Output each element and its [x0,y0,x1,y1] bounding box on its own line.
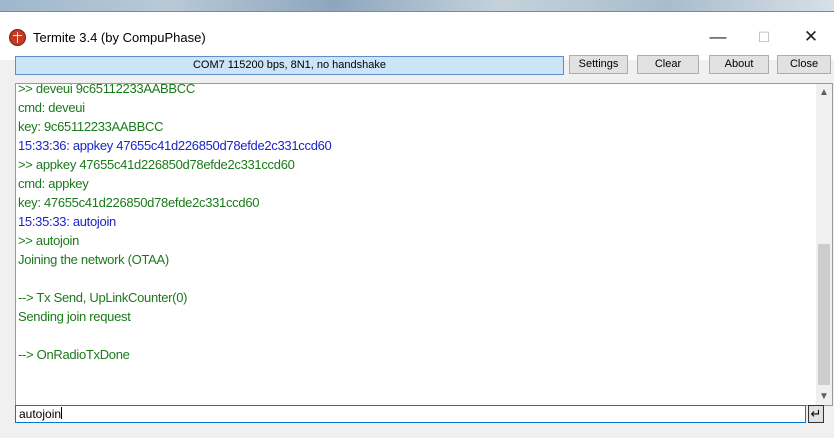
chevron-up-icon[interactable]: ▲ [816,84,832,101]
terminal-line: key: 47655c41d226850d78efde2c331ccd60 [18,195,260,210]
terminal-line: Joining the network (OTAA) [18,252,169,267]
terminal-output[interactable]: >> deveui 9c65112233AABBCC cmd: deveui k… [15,83,833,406]
terminal-line: key: 9c65112233AABBCC [18,119,164,134]
about-button[interactable]: About [709,55,769,74]
terminal-line: >> deveui 9c65112233AABBCC [18,83,195,96]
title-bar[interactable]: Termite 3.4 (by CompuPhase) — ☐ ✕ [0,12,834,60]
text-caret [61,407,63,419]
window-title: Termite 3.4 (by CompuPhase) [33,30,206,45]
command-input[interactable]: autojoin [15,405,806,423]
command-input-value: autojoin [19,407,62,421]
minimize-button[interactable]: — [695,22,741,52]
maximize-button[interactable]: ☐ [741,22,787,52]
terminal-line: Sending join request [18,309,131,324]
terminal-line: 15:35:33: autojoin [18,214,116,229]
settings-button[interactable]: Settings [569,55,628,74]
connection-status[interactable]: COM7 115200 bps, 8N1, no handshake [15,56,564,75]
scrollbar-thumb[interactable] [818,244,830,385]
desktop-background [0,0,834,11]
terminal-line: >> appkey 47655c41d226850d78efde2c331ccd… [18,157,295,172]
terminal-line: 15:33:36: appkey 47655c41d226850d78efde2… [18,138,332,153]
terminal-line: cmd: appkey [18,176,89,191]
terminal-line: >> autojoin [18,233,80,248]
clear-button[interactable]: Clear [637,55,699,74]
terminal-line: cmd: deveui [18,100,85,115]
terminal-line: --> Tx Send, UpLinkCounter(0) [18,290,188,305]
close-window-button[interactable]: ✕ [788,22,834,52]
enter-icon[interactable]: ↵ [808,405,824,423]
chevron-down-icon[interactable]: ▼ [816,388,832,405]
termite-app-icon [9,29,26,46]
vertical-scrollbar[interactable]: ▲ ▼ [816,84,832,405]
close-port-button[interactable]: Close [777,55,831,74]
terminal-line: --> OnRadioTxDone [18,347,130,362]
